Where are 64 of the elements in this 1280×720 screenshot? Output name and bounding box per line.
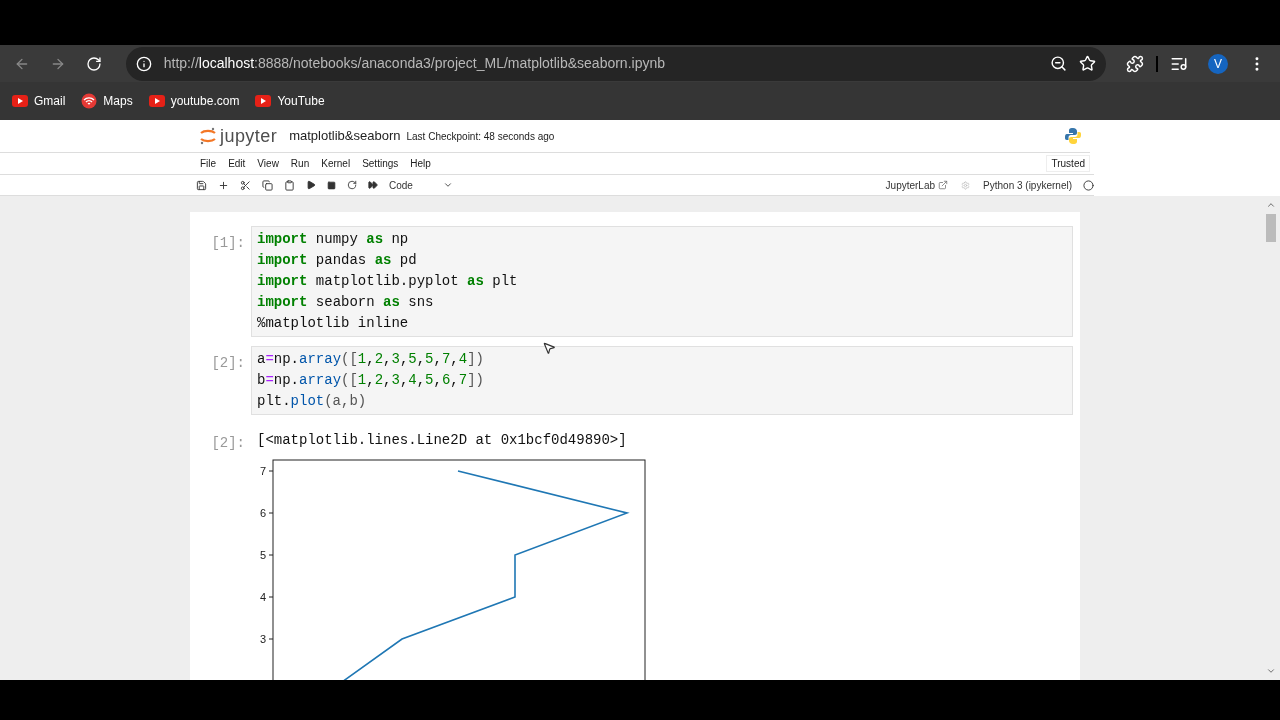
menu-item[interactable]: Run bbox=[290, 156, 310, 171]
run-icon[interactable] bbox=[306, 180, 316, 190]
restart-icon[interactable] bbox=[347, 180, 357, 190]
stop-icon[interactable] bbox=[327, 180, 336, 190]
jupyterlab-link[interactable]: JupyterLab bbox=[885, 177, 949, 193]
code-cell[interactable]: a=np.array([1,2,3,5,5,7,4]) b=np.array([1,2,3,4,5,6,7]) plt.plot(a,b) bbox=[251, 346, 1073, 415]
menu-item[interactable]: File bbox=[200, 156, 217, 171]
y-tick-label: 4 bbox=[259, 591, 266, 603]
play-icon bbox=[12, 95, 28, 107]
chevron-down-icon bbox=[443, 180, 453, 190]
star-icon[interactable] bbox=[1079, 55, 1097, 72]
play-icon bbox=[148, 95, 165, 107]
input-prompt: [1]: bbox=[211, 235, 245, 251]
extensions-icon[interactable] bbox=[1126, 54, 1145, 73]
address-bar[interactable]: http://localhost:8888/notebooks/anaconda3/project_ML/matplotlib&seaborn.ipynb bbox=[125, 46, 1107, 81]
menu-item[interactable]: Help bbox=[410, 156, 431, 171]
profile-avatar[interactable]: V bbox=[1208, 53, 1229, 74]
reload-icon[interactable] bbox=[85, 55, 102, 72]
tick-mark bbox=[268, 470, 274, 472]
info-icon[interactable] bbox=[135, 55, 152, 72]
output-text: [<matplotlib.lines.Line2D at 0x1bcf0d49890>] bbox=[256, 431, 628, 450]
bookmark-link[interactable]: Maps bbox=[103, 92, 133, 110]
url-text[interactable]: http://localhost:8888/notebooks/anaconda3/project_ML/matplotlib&seaborn.ipynb bbox=[163, 53, 665, 74]
tick-mark bbox=[268, 638, 274, 640]
checkpoint-text: Last Checkpoint: 48 seconds ago bbox=[406, 129, 555, 144]
jupyter-wordmark: jupyter bbox=[220, 124, 278, 148]
mouse-cursor-icon bbox=[542, 341, 556, 355]
scissors-icon[interactable] bbox=[240, 179, 251, 191]
python-logo-icon bbox=[1064, 127, 1082, 145]
output-prompt: [2]: bbox=[211, 435, 245, 451]
save-icon[interactable] bbox=[196, 179, 207, 191]
tick-mark bbox=[268, 596, 274, 598]
input-prompt: [2]: bbox=[211, 355, 245, 371]
plus-icon[interactable] bbox=[218, 179, 229, 191]
y-tick-label: 7 bbox=[259, 465, 266, 477]
menu-item[interactable]: View bbox=[257, 156, 279, 171]
bookmark-link[interactable]: youtube.com bbox=[170, 92, 240, 110]
tick-mark bbox=[268, 512, 274, 514]
scroll-up-icon[interactable] bbox=[1266, 200, 1276, 210]
y-tick-label: 3 bbox=[259, 633, 266, 645]
copy-icon[interactable] bbox=[262, 179, 273, 191]
zoom-out-icon[interactable] bbox=[1050, 55, 1068, 72]
kernel-name[interactable]: Python 3 (ipykernel) bbox=[983, 177, 1072, 193]
external-link-icon bbox=[938, 180, 949, 190]
notebook-title[interactable]: matplotlib&seaborn bbox=[289, 126, 401, 146]
scrollbar-thumb[interactable] bbox=[1266, 214, 1276, 242]
jupyter-logo-icon bbox=[200, 126, 216, 146]
clipboard-icon[interactable] bbox=[284, 179, 295, 191]
trusted-indicator[interactable]: Trusted bbox=[1046, 155, 1090, 172]
menu-item[interactable]: Kernel bbox=[321, 156, 351, 171]
y-tick-label: 6 bbox=[259, 507, 266, 519]
menu-item[interactable]: Edit bbox=[228, 156, 246, 171]
scroll-down-icon[interactable] bbox=[1266, 666, 1276, 676]
code-cell[interactable]: import numpy as np import pandas as pd import matplotlib.pyplot as plt import seaborn as sns %matplotlib inline bbox=[251, 226, 1073, 337]
bookmark-link[interactable]: YouTube bbox=[277, 92, 325, 110]
play-icon bbox=[255, 95, 272, 107]
wifi-icon bbox=[81, 93, 98, 109]
scrollbar[interactable] bbox=[1264, 200, 1278, 676]
y-tick-label: 5 bbox=[259, 549, 266, 561]
cell-type-select[interactable]: Code bbox=[389, 177, 453, 193]
fast-forward-icon[interactable] bbox=[368, 180, 378, 190]
bookmark-link[interactable]: Gmail bbox=[34, 92, 66, 110]
tick-mark bbox=[268, 554, 274, 556]
menu-item[interactable]: Settings bbox=[362, 156, 399, 171]
